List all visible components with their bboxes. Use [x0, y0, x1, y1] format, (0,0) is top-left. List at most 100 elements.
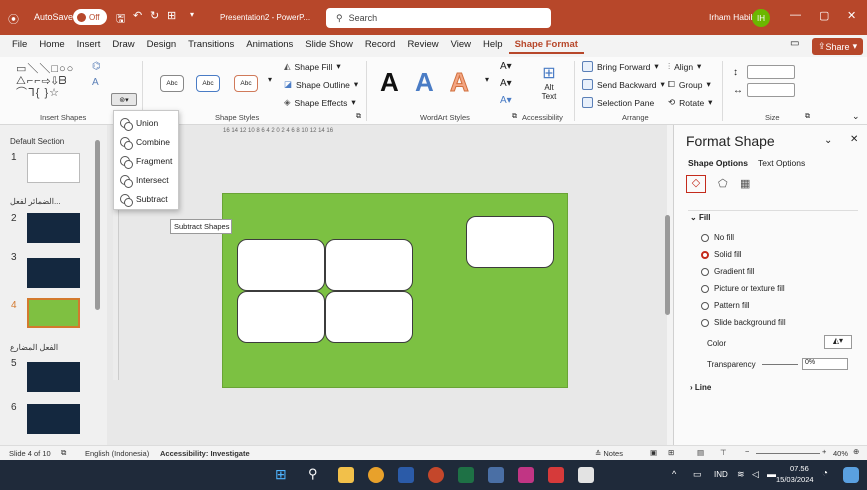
fit-to-window-icon[interactable]: ⊕	[853, 447, 859, 456]
tray-expand-icon[interactable]: ^	[672, 469, 676, 479]
edit-shape-icon[interactable]: ⌬	[92, 61, 101, 72]
search-box[interactable]: ⚲ Search	[326, 8, 551, 28]
radio-gradient-fill[interactable]: Gradient fill	[701, 267, 754, 276]
store-icon[interactable]	[488, 467, 504, 483]
rounded-rectangle-shape[interactable]	[325, 239, 413, 291]
size-properties-icon[interactable]: ▦	[740, 177, 750, 190]
transparency-input[interactable]: 0%	[802, 358, 848, 370]
section-3[interactable]: الفعل المضارع	[10, 343, 58, 352]
tab-shape-options[interactable]: Shape Options	[688, 158, 748, 168]
zoom-slider[interactable]	[756, 453, 820, 454]
comments-icon[interactable]: ▭	[790, 38, 799, 49]
keyboard-icon[interactable]: ▭	[693, 469, 702, 480]
menu-item-subtract[interactable]: Subtract	[120, 194, 168, 207]
slide-thumbnail-3[interactable]	[27, 258, 80, 288]
rotate-button[interactable]: ⟲ Rotate ▾	[668, 97, 712, 108]
current-slide[interactable]	[222, 193, 568, 388]
tab-slide-show[interactable]: Slide Show	[299, 39, 359, 54]
spellcheck-icon[interactable]: ⧉	[61, 448, 66, 458]
radio-no-fill[interactable]: No fill	[701, 233, 734, 242]
excel-icon[interactable]	[458, 467, 474, 483]
style-preset-2[interactable]: Abc	[196, 75, 220, 92]
align-button[interactable]: ⫶ Align ▾	[668, 61, 701, 72]
close-pane-icon[interactable]: ✕	[850, 134, 858, 145]
line-section-header[interactable]: › Line	[690, 383, 711, 392]
shape-effects-button[interactable]: ◈ Shape Effects ▾	[284, 97, 356, 108]
merge-shapes-button[interactable]: ⊚▾	[111, 93, 137, 106]
canvas-scrollbar[interactable]	[665, 215, 670, 315]
autosave-toggle[interactable]: Off	[73, 9, 107, 25]
style-preset-3[interactable]: Abc	[234, 75, 258, 92]
tab-draw[interactable]: Draw	[106, 39, 140, 54]
dialog-launcher-icon[interactable]: ⧉	[356, 113, 361, 121]
zoom-level[interactable]: 40%	[833, 449, 848, 458]
notes-button[interactable]: ≙ Notes	[595, 449, 623, 458]
shape-height-input[interactable]	[747, 65, 795, 79]
pane-options-icon[interactable]: ⌄	[824, 135, 832, 146]
instagram-icon[interactable]	[518, 467, 534, 483]
battery-icon[interactable]: ▬	[767, 469, 776, 479]
redo-icon[interactable]: ↻	[150, 9, 159, 22]
menu-item-combine[interactable]: Combine	[120, 137, 170, 150]
slide-sorter-icon[interactable]: ⊞	[668, 448, 674, 457]
copilot-icon[interactable]	[843, 467, 859, 483]
volume-icon[interactable]: ◁	[752, 469, 759, 480]
reading-view-icon[interactable]: ▤	[697, 448, 704, 457]
fill-color-picker[interactable]: ◭▾	[824, 335, 852, 349]
tab-help[interactable]: Help	[477, 39, 509, 54]
tab-insert[interactable]: Insert	[71, 39, 107, 54]
tab-transitions[interactable]: Transitions	[182, 39, 240, 54]
slide-thumbnail-2[interactable]	[27, 213, 80, 243]
shape-outline-button[interactable]: ◪ Shape Outline ▾	[284, 79, 358, 90]
slide-thumbnail-5[interactable]	[27, 362, 80, 392]
undo-icon[interactable]: ↶	[133, 9, 142, 22]
save-icon[interactable]: 🖫	[116, 10, 125, 29]
zoom-out-icon[interactable]: −	[745, 447, 749, 456]
bring-forward-button[interactable]: Bring Forward ▾	[582, 61, 659, 72]
rounded-rectangle-shape[interactable]	[237, 239, 325, 291]
accessibility-status[interactable]: Accessibility: Investigate	[160, 449, 250, 458]
avatar[interactable]: IH	[752, 9, 770, 27]
language-indicator[interactable]: English (Indonesia)	[85, 449, 149, 458]
shape-width-input[interactable]	[747, 83, 795, 97]
dialog-launcher-icon[interactable]: ⧉	[805, 113, 810, 121]
radio-slide-background-fill[interactable]: Slide background fill	[701, 318, 786, 327]
dialog-launcher-icon[interactable]: ⧉	[512, 113, 517, 121]
wordart-more-icon[interactable]: ▾	[485, 75, 489, 84]
search-icon[interactable]: ⚲	[308, 466, 318, 482]
style-preset-1[interactable]: Abc	[160, 75, 184, 92]
slide-thumbnail-1[interactable]	[27, 153, 80, 183]
rounded-rectangle-shape[interactable]	[237, 291, 325, 343]
app-icon[interactable]	[578, 467, 594, 483]
group-button[interactable]: ⧠ Group ▾	[668, 79, 711, 90]
tab-design[interactable]: Design	[141, 39, 183, 54]
section-default[interactable]: Default Section	[10, 137, 64, 146]
tab-animations[interactable]: Animations	[240, 39, 299, 54]
slide-thumbnail-6[interactable]	[27, 404, 80, 434]
section-2[interactable]: الضمائر لفعل...	[10, 197, 61, 206]
powerpoint-icon[interactable]	[428, 467, 444, 483]
restore-icon[interactable]: ▢	[819, 9, 829, 22]
menu-item-intersect[interactable]: Intersect	[120, 175, 169, 188]
tab-shape-format[interactable]: Shape Format	[508, 39, 584, 54]
effects-icon[interactable]: ⬠	[718, 177, 728, 190]
collapse-ribbon-icon[interactable]: ⌄	[852, 111, 860, 122]
thumbnails-scrollbar[interactable]	[95, 140, 100, 310]
minimize-icon[interactable]: —	[790, 9, 801, 21]
alt-text-button[interactable]: ⊞ Alt Text	[536, 63, 562, 103]
wordart-style-blue[interactable]: A	[415, 67, 434, 98]
menu-item-fragment[interactable]: Fragment	[120, 156, 172, 169]
slide-thumbnail-4[interactable]	[27, 298, 80, 328]
tab-home[interactable]: Home	[33, 39, 70, 54]
tab-view[interactable]: View	[445, 39, 477, 54]
close-icon[interactable]: ✕	[847, 9, 856, 22]
text-box-icon[interactable]: A	[92, 77, 99, 88]
send-backward-button[interactable]: Send Backward ▾	[582, 79, 665, 90]
text-fill-icon[interactable]: A▾	[500, 61, 512, 72]
fill-section-header[interactable]: ⌄ Fill	[690, 213, 711, 222]
tab-text-options[interactable]: Text Options	[758, 158, 805, 168]
customize-qat-icon[interactable]: ▾	[190, 10, 194, 19]
tab-record[interactable]: Record	[359, 39, 402, 54]
radio-pattern-fill[interactable]: Pattern fill	[701, 301, 750, 310]
tab-review[interactable]: Review	[401, 39, 444, 54]
